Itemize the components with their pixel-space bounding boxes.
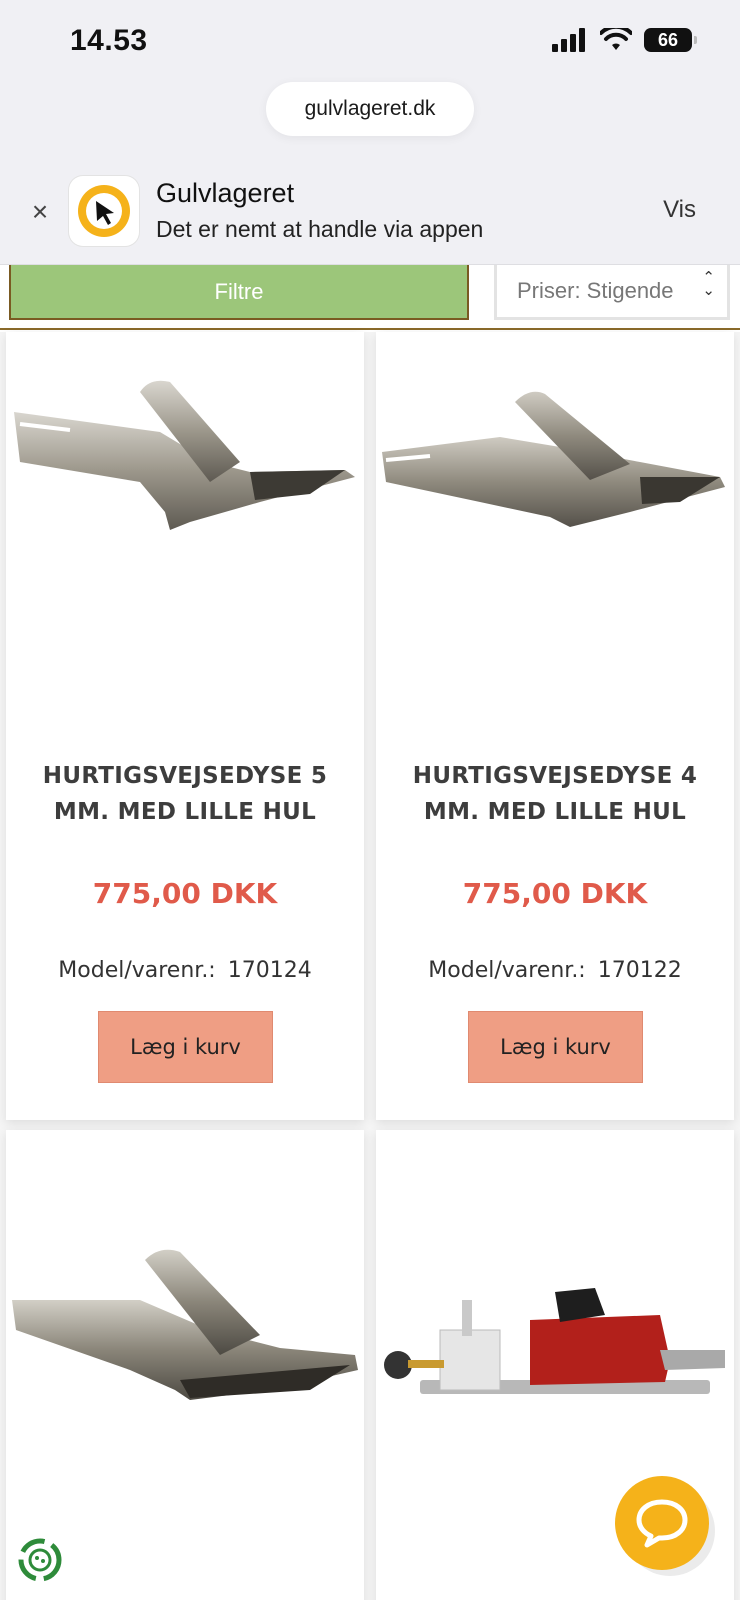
banner-title: Gulvlageret (156, 178, 295, 208)
nozzle-image (12, 1249, 358, 1400)
cursor-logo-icon (78, 185, 130, 237)
add-to-cart-button[interactable]: Læg i kurv (468, 1011, 643, 1083)
sort-select-value: Priser: Stigende (517, 278, 674, 303)
chevron-updown-icon: ⌃ ⌄ (702, 269, 715, 299)
status-time: 14.53 (70, 24, 148, 57)
product-price: 775,00 DKK (462, 877, 648, 910)
chat-button[interactable] (615, 1476, 709, 1570)
eco-badge[interactable] (10, 1530, 70, 1590)
product-price: 775,00 DKK (92, 877, 278, 910)
sort-select[interactable]: Priser: Stigende ⌃ ⌄ (494, 265, 730, 320)
model-number: 170122 (597, 958, 682, 983)
product-grid: HURTIGSVEJSEDYSE 5 MM. MED LILLE HUL 775… (0, 332, 740, 1600)
status-icons: 66 (552, 28, 697, 52)
product-model: Model/varenr.: 170124 (6, 958, 364, 983)
signal-icon (552, 28, 585, 52)
url-bar[interactable]: gulvlageret.dk (266, 82, 474, 136)
product-card[interactable]: HURTIGSVEJSEDYSE 4 MM. MED LILLE HUL 775… (376, 332, 734, 1120)
filter-button[interactable]: Filtre (9, 265, 469, 320)
wifi-icon (600, 28, 632, 50)
banner-subtitle: Det er nemt at handle via appen (156, 216, 484, 242)
nozzle-image (14, 380, 355, 530)
app-install-banner: × Gulvlageret Det er nemt at handle via … (0, 170, 740, 265)
battery-indicator: 66 (644, 28, 697, 52)
banner-view-button[interactable]: Vis (663, 196, 696, 224)
welding-tool-image (384, 1288, 725, 1394)
filter-row: Filtre Priser: Stigende ⌃ ⌄ (0, 265, 740, 330)
add-to-cart-button[interactable]: Læg i kurv (98, 1011, 273, 1083)
product-title[interactable]: HURTIGSVEJSEDYSE 4 MM. MED LILLE HUL (396, 758, 714, 830)
product-image[interactable] (376, 352, 734, 712)
status-bar: 14.53 66 (0, 0, 740, 80)
model-number: 170124 (227, 958, 312, 983)
nozzle-image (382, 391, 725, 527)
model-label: Model/varenr.: (428, 958, 586, 983)
close-icon[interactable]: × (26, 196, 54, 228)
product-model: Model/varenr.: 170122 (376, 958, 734, 983)
chat-bubble-icon (636, 1499, 688, 1548)
product-card[interactable]: HURTIGSVEJSEDYSE 5 MM. MED LILLE HUL 775… (6, 332, 364, 1120)
browser-url-area: gulvlageret.dk (0, 80, 740, 170)
app-logo (69, 176, 139, 246)
recycle-icon (18, 1538, 62, 1582)
model-label: Model/varenr.: (58, 958, 216, 983)
product-card[interactable] (6, 1130, 364, 1600)
product-image[interactable] (6, 352, 364, 712)
product-title[interactable]: HURTIGSVEJSEDYSE 5 MM. MED LILLE HUL (26, 758, 344, 830)
